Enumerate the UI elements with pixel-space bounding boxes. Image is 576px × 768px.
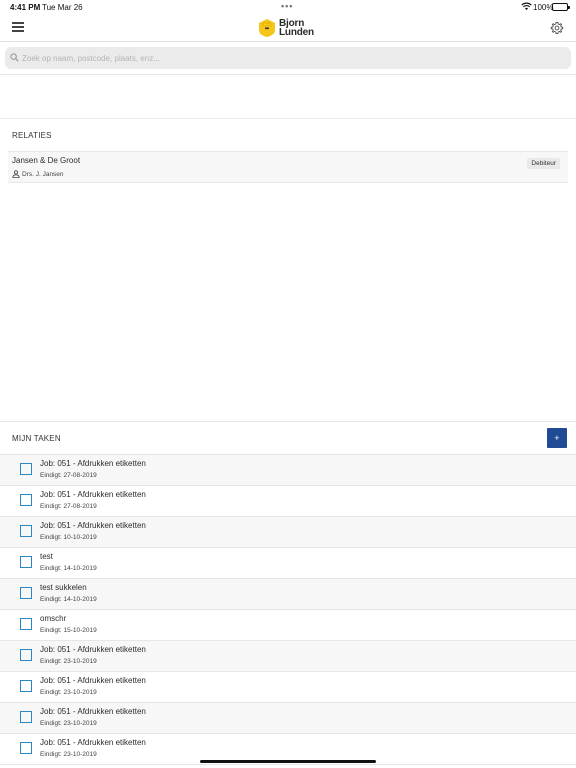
task-row[interactable]: Job: 051 - Afdrukken etiketten Eindigt: …: [0, 486, 576, 517]
task-row[interactable]: Job: 051 - Afdrukken etiketten Eindigt: …: [0, 455, 576, 486]
task-due-date: Eindigt: 23-10-2019: [40, 751, 97, 758]
task-title: test sukkelen: [40, 583, 87, 592]
task-due-date: Eindigt: 10-10-2019: [40, 534, 97, 541]
bjorn-lunden-logo: Bjorn Lunden: [257, 17, 314, 39]
task-checkbox[interactable]: [20, 494, 32, 506]
home-indicator[interactable]: [200, 760, 376, 763]
navigation-bar: Bjorn Lunden: [0, 14, 576, 42]
task-checkbox[interactable]: [20, 587, 32, 599]
battery-percent: 100%: [533, 3, 554, 12]
gear-icon[interactable]: [550, 21, 564, 35]
task-row[interactable]: Job: 051 - Afdrukken etiketten Eindigt: …: [0, 703, 576, 734]
relaties-title: RELATIES: [12, 130, 52, 140]
logo-icon: [259, 19, 275, 37]
task-row[interactable]: Job: 051 - Afdrukken etiketten Eindigt: …: [0, 672, 576, 703]
add-task-button[interactable]: +: [547, 428, 567, 448]
task-title: Job: 051 - Afdrukken etiketten: [40, 645, 146, 654]
task-checkbox[interactable]: [20, 742, 32, 754]
task-row[interactable]: Job: 051 - Afdrukken etiketten Eindigt: …: [0, 641, 576, 672]
task-checkbox[interactable]: [20, 556, 32, 568]
status-date: Tue Mar 26: [42, 3, 83, 12]
task-checkbox[interactable]: [20, 618, 32, 630]
task-due-date: Eindigt: 14-10-2019: [40, 596, 97, 603]
search-input[interactable]: [22, 47, 562, 69]
task-due-date: Eindigt: 27-08-2019: [40, 472, 97, 479]
task-checkbox[interactable]: [20, 680, 32, 692]
task-title: Job: 051 - Afdrukken etiketten: [40, 521, 146, 530]
task-title: Job: 051 - Afdrukken etiketten: [40, 707, 146, 716]
task-row[interactable]: omschr Eindigt: 15-10-2019: [0, 610, 576, 641]
multitask-dots[interactable]: •••: [281, 1, 293, 11]
task-due-date: Eindigt: 23-10-2019: [40, 658, 97, 665]
task-list: Job: 051 - Afdrukken etiketten Eindigt: …: [0, 454, 576, 765]
menu-button[interactable]: [12, 22, 24, 32]
task-title: Job: 051 - Afdrukken etiketten: [40, 738, 146, 747]
task-checkbox[interactable]: [20, 463, 32, 475]
task-title: Job: 051 - Afdrukken etiketten: [40, 676, 146, 685]
search-bar-container: [0, 42, 576, 75]
task-checkbox[interactable]: [20, 649, 32, 661]
taken-title: MIJN TAKEN: [12, 433, 61, 443]
search-box[interactable]: [5, 47, 571, 69]
taken-header: MIJN TAKEN +: [0, 422, 576, 454]
task-due-date: Eindigt: 27-08-2019: [40, 503, 97, 510]
task-title: omschr: [40, 614, 67, 623]
task-due-date: Eindigt: 14-10-2019: [40, 565, 97, 572]
taken-section: MIJN TAKEN + Job: 051 - Afdrukken etiket…: [0, 421, 576, 765]
task-row[interactable]: test sukkelen Eindigt: 14-10-2019: [0, 579, 576, 610]
task-due-date: Eindigt: 23-10-2019: [40, 720, 97, 727]
relaties-header: RELATIES: [0, 119, 576, 151]
task-title: Job: 051 - Afdrukken etiketten: [40, 459, 146, 468]
relation-row[interactable]: Jansen & De Groot Drs. J. Jansen Debiteu…: [8, 151, 568, 183]
battery-icon: [552, 3, 570, 11]
person-icon: [12, 170, 20, 178]
relaties-section: RELATIES Jansen & De Groot Drs. J. Janse…: [0, 118, 576, 183]
task-due-date: Eindigt: 23-10-2019: [40, 689, 97, 696]
task-checkbox[interactable]: [20, 525, 32, 537]
status-time: 4:41 PM: [10, 3, 41, 12]
search-icon: [10, 53, 19, 62]
relation-name: Jansen & De Groot: [12, 156, 81, 165]
task-title: test: [40, 552, 53, 561]
task-due-date: Eindigt: 15-10-2019: [40, 627, 97, 634]
status-bar: 4:41 PM Tue Mar 26 ••• 100%: [0, 0, 576, 14]
task-checkbox[interactable]: [20, 711, 32, 723]
task-row[interactable]: Job: 051 - Afdrukken etiketten Eindigt: …: [0, 517, 576, 548]
logo-text-line2: Lunden: [279, 27, 314, 38]
task-title: Job: 051 - Afdrukken etiketten: [40, 490, 146, 499]
task-row[interactable]: test Eindigt: 14-10-2019: [0, 548, 576, 579]
wifi-icon: [521, 2, 532, 11]
relation-contact-name: Drs. J. Jansen: [22, 170, 64, 178]
relation-contact: Drs. J. Jansen: [12, 170, 64, 178]
status-badge: Debiteur: [527, 158, 560, 169]
